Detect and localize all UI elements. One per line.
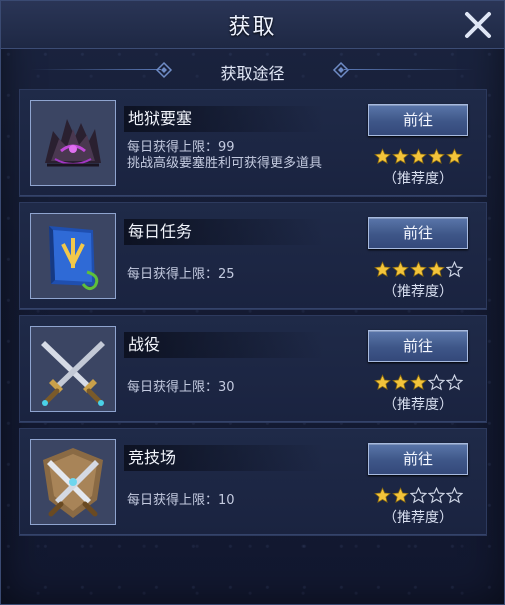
star-filled-icon (428, 261, 445, 277)
section-subtitle: 获取途径 (220, 64, 285, 83)
source-name: 每日任务 (124, 219, 324, 245)
star-empty-icon (428, 374, 445, 391)
star-empty-icon (446, 487, 463, 504)
star-empty-icon (446, 261, 463, 278)
source-row: 每日任务 每日获得上限：25 前往 （推荐度） (19, 202, 487, 310)
divider-right (344, 69, 474, 70)
daily-limit-text: 每日获得上限：10 (127, 493, 235, 508)
close-button[interactable] (462, 9, 494, 41)
source-name: 战役 (124, 332, 324, 358)
recommend-label: （推荐度） (383, 171, 453, 187)
goto-button[interactable]: 前往 (368, 330, 468, 362)
star-filled-icon (410, 261, 427, 277)
recommend-label: （推荐度） (383, 510, 453, 526)
daily-limit-text: 每日获得上限：25 (127, 267, 235, 282)
recommend-label: （推荐度） (383, 284, 453, 300)
source-row: 战役 每日获得上限：30 前往 （推荐度） (19, 315, 487, 423)
source-name: 地狱要塞 (124, 106, 324, 132)
star-filled-icon (392, 261, 409, 277)
star-empty-icon (428, 487, 445, 504)
source-icon-frame (30, 439, 116, 525)
source-list: 地狱要塞 每日获得上限：99 挑战高级要塞胜利可获得更多道具 前往 （推荐度） (19, 89, 487, 541)
source-icon-frame (30, 100, 116, 186)
star-filled-icon (374, 374, 391, 390)
subheader: 获取途径 (21, 55, 484, 85)
rating-stars (374, 148, 466, 166)
star-filled-icon (374, 487, 391, 503)
source-row: 地狱要塞 每日获得上限：99 挑战高级要塞胜利可获得更多道具 前往 （推荐度） (19, 89, 487, 197)
star-filled-icon (410, 374, 427, 390)
star-empty-icon (446, 374, 463, 391)
star-filled-icon (392, 374, 409, 390)
star-filled-icon (374, 148, 391, 164)
rating-stars (374, 261, 466, 279)
diamond-ornament-icon (332, 61, 350, 79)
rating-stars (374, 374, 466, 392)
star-filled-icon (428, 148, 445, 164)
source-name: 竞技场 (124, 445, 324, 471)
star-empty-icon (410, 487, 427, 504)
recommend-label: （推荐度） (383, 397, 453, 413)
source-icon-frame (30, 213, 116, 299)
hell-fortress-icon (31, 101, 115, 185)
title-bar: 获取 (1, 1, 504, 49)
arena-shield-icon (31, 440, 115, 524)
acquire-dialog: 获取 获取途径 地狱要塞 每日获得上限：99 挑战高级要塞胜利可获得更多道具 前… (0, 0, 505, 605)
star-filled-icon (446, 148, 463, 164)
star-filled-icon (392, 148, 409, 164)
close-icon (465, 12, 491, 38)
crossed-swords-icon (31, 327, 115, 411)
goto-button[interactable]: 前往 (368, 104, 468, 136)
dialog-title: 获取 (228, 15, 277, 40)
star-filled-icon (410, 148, 427, 164)
quest-book-icon (31, 214, 115, 298)
source-row: 竞技场 每日获得上限：10 前往 （推荐度） (19, 428, 487, 536)
star-filled-icon (374, 261, 391, 277)
source-description: 挑战高级要塞胜利可获得更多道具 (127, 156, 323, 171)
star-filled-icon (392, 487, 409, 503)
source-icon-frame (30, 326, 116, 412)
goto-button[interactable]: 前往 (368, 443, 468, 475)
goto-button[interactable]: 前往 (368, 217, 468, 249)
rating-stars (374, 487, 466, 505)
daily-limit-text: 每日获得上限：30 (127, 380, 235, 395)
